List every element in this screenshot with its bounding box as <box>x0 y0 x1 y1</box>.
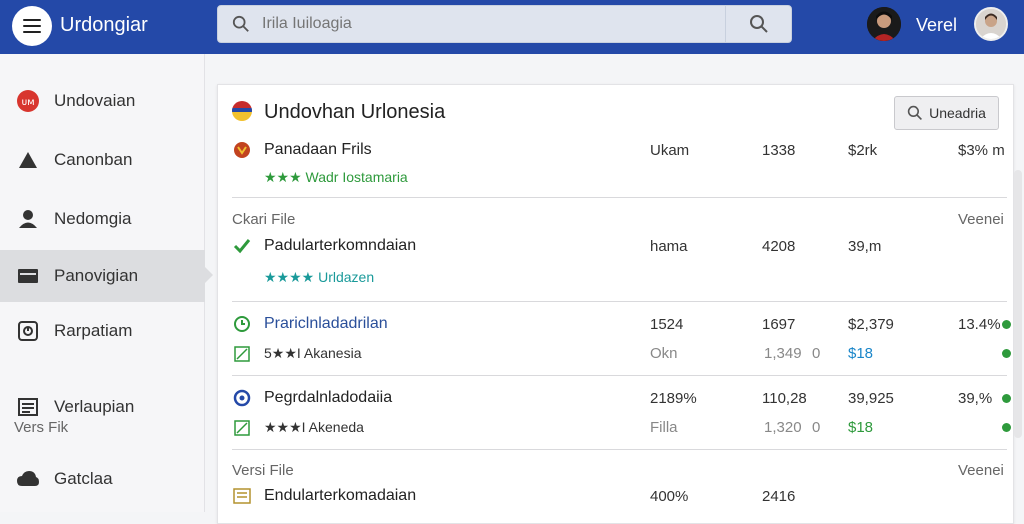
refresh-icon <box>233 315 251 333</box>
row-sub-col1: Okn <box>650 345 678 362</box>
row-col2: 1338 <box>762 142 796 159</box>
row-col1: 2189% <box>650 390 697 407</box>
main-panel: Undovhan Urlonesia Uneadria Panadaan Fri… <box>217 84 1014 524</box>
status-dot <box>1002 394 1011 403</box>
table-row[interactable]: Prariclnladadrilan 5★★I Akanesia 1524 16… <box>232 315 1011 377</box>
search-input[interactable] <box>262 12 712 36</box>
user-name[interactable]: Verel <box>916 15 957 36</box>
table-row[interactable]: Padularterkomndaian ★★★★ Urldazen hama 4… <box>232 237 1007 293</box>
svg-text:ᴜᴍ: ᴜᴍ <box>21 97 34 108</box>
person-icon <box>16 148 40 172</box>
search-icon <box>749 15 768 33</box>
sidebar-item-label: Gatclaa <box>54 469 113 488</box>
row-name: Padularterkomndaian <box>264 237 417 254</box>
row-name: Pegrdalnladodaiia <box>264 389 393 406</box>
row-col2: 2416 <box>762 488 796 505</box>
list-icon <box>16 395 40 419</box>
cloud-icon <box>16 467 40 491</box>
row-col1: Ukam <box>650 142 690 159</box>
card-icon <box>16 264 40 288</box>
row-col1: hama <box>650 238 688 255</box>
menu-button[interactable] <box>12 6 52 46</box>
file-icon <box>233 141 251 159</box>
row-name: Endularterkomadaian <box>264 487 417 504</box>
app-title: Urdongiar <box>60 14 148 36</box>
row-col1: 1524 <box>650 316 684 333</box>
row-col4: 39,% <box>958 390 993 407</box>
brand-logo-icon: ᴜᴍ <box>16 89 40 113</box>
row-rating: ★★★I Akeneda <box>264 419 364 435</box>
section-header-right: Veenei <box>958 211 1004 228</box>
table-row[interactable]: Pegrdalnladodaiia ★★★I Akeneda 2189% 110… <box>232 389 1011 451</box>
clock-icon <box>16 319 40 343</box>
row-col3: 39,925 <box>848 390 894 407</box>
sidebar-item-label: Canonban <box>54 150 133 169</box>
document-icon <box>233 487 251 505</box>
sidebar-item-label: Verlaupian <box>54 397 135 416</box>
row-col2: 1697 <box>762 316 796 333</box>
search-button[interactable] <box>725 6 791 42</box>
hamburger-icon <box>23 19 41 21</box>
table-row[interactable]: Endularterkomadaian 400% 2416 <box>232 487 1007 511</box>
row-rating: ★★★★ Urldazen <box>264 269 375 285</box>
row-sub-col2: 1,349 <box>764 345 802 362</box>
row-col1: 400% <box>650 488 689 505</box>
row-rating: ★★★ Wadr Iostamaria <box>264 169 408 185</box>
section-header-right: Veenei <box>958 462 1004 479</box>
row-col3: $2,379 <box>848 316 894 333</box>
row-col4: $3% m <box>958 142 1005 159</box>
user-icon <box>16 207 40 231</box>
sidebar-item-gatclaa[interactable]: Gatclaa <box>0 454 205 504</box>
chart-icon <box>233 345 251 363</box>
flag-icon <box>232 101 252 121</box>
sidebar: ᴜᴍ Undovaian Canonban Nedomgia Panovigia… <box>0 54 213 512</box>
search-icon <box>232 15 249 32</box>
search-icon <box>907 105 923 120</box>
status-dot <box>1002 349 1011 358</box>
row-sub-col2: 1,320 <box>764 419 802 436</box>
avatar[interactable] <box>867 7 901 41</box>
panel-title: Undovhan Urlonesia <box>264 101 446 123</box>
row-sub-col2b: 0 <box>812 419 821 436</box>
sidebar-item-label: Nedomgia <box>54 209 132 228</box>
table-row[interactable]: Panadaan Frils ★★★ Wadr Iostamaria Ukam … <box>232 141 1007 197</box>
row-sub-col3: $18 <box>848 345 874 362</box>
row-col2: 110,28 <box>762 390 807 407</box>
sidebar-item-rarpatiam[interactable]: Rarpatiam <box>0 306 205 356</box>
panel-action-button[interactable]: Uneadria <box>894 96 999 130</box>
sidebar-item-nedomgia[interactable]: Nedomgia <box>0 194 205 244</box>
scrollbar[interactable] <box>1014 170 1022 438</box>
search-bar <box>217 5 792 43</box>
checkbox-icon <box>233 419 251 437</box>
sidebar-item-canonban[interactable]: Canonban <box>0 135 205 185</box>
section-header: Ckari File <box>232 211 296 228</box>
sidebar-item-label: Panovigian <box>54 266 139 285</box>
row-name: Prariclnladadrilan <box>264 315 388 332</box>
sidebar-item-undovaian[interactable]: ᴜᴍ Undovaian <box>0 76 205 126</box>
sidebar-item-verlaupian[interactable]: Verlaupian <box>0 382 205 432</box>
row-col4: 13.4% <box>958 316 1001 333</box>
row-name: Panadaan Frils <box>264 141 372 158</box>
row-col3: $2rk <box>848 142 878 159</box>
globe-icon <box>233 389 251 407</box>
sidebar-item-label: Rarpatiam <box>54 321 133 340</box>
row-sub-col1: Filla <box>650 419 678 436</box>
row-sub-col2b: 0 <box>812 345 821 362</box>
sidebar-item-label: Undovaian <box>54 91 136 110</box>
top-bar: Urdongiar Verel <box>0 0 1024 54</box>
status-dot <box>1002 423 1011 432</box>
section-header: Versi File <box>232 462 294 479</box>
status-dot <box>1002 320 1011 329</box>
row-rating: 5★★I Akanesia <box>264 345 362 361</box>
check-icon <box>233 237 251 255</box>
profile-avatar[interactable] <box>974 7 1008 41</box>
row-sub-col3: $18 <box>848 419 874 436</box>
row-col2: 4208 <box>762 238 796 255</box>
sidebar-item-panovigian[interactable]: Panovigian <box>0 250 213 302</box>
row-col3: 39,m <box>848 238 882 255</box>
